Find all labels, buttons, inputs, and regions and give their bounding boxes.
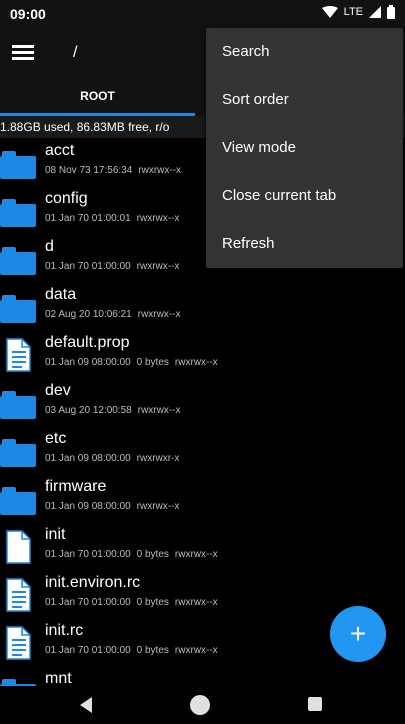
list-item[interactable]: data 02 Aug 20 10:06:21 rwxrwx--x: [0, 282, 405, 330]
file-meta: 02 Aug 20 10:06:21 rwxrwx--x: [45, 309, 187, 320]
file-permissions: rwxrwx--x: [136, 261, 180, 272]
file-permissions: rwxrwx--x: [174, 645, 218, 656]
list-item[interactable]: dev 03 Aug 20 12:00:58 rwxrwx--x: [0, 378, 405, 426]
file-date: 01 Jan 70 01:00:00: [45, 645, 131, 656]
back-icon[interactable]: [78, 697, 94, 713]
file-permissions: rwxrwx--x: [136, 213, 180, 224]
file-icon: [0, 529, 36, 565]
battery-icon: [387, 5, 395, 19]
file-name: etc: [45, 430, 67, 447]
file-date: 01 Jan 09 08:00:00: [45, 357, 131, 368]
folder-icon: [0, 241, 36, 277]
file-meta: 01 Jan 09 08:00:00 0 bytes rwxrwx--x: [45, 357, 224, 368]
file-date: 01 Jan 70 01:00:01: [45, 213, 131, 224]
hamburger-menu-icon[interactable]: [12, 42, 34, 64]
file-date: 01 Jan 70 01:00:00: [45, 261, 131, 272]
file-date: 01 Jan 70 01:00:00: [45, 549, 131, 560]
folder-icon: [0, 481, 36, 517]
recent-apps-icon[interactable]: [308, 697, 322, 711]
file-date: 03 Aug 20 12:00:58: [45, 405, 132, 416]
file-permissions: rwxrwx--x: [174, 357, 218, 368]
file-name: init: [45, 526, 66, 543]
current-path: /: [73, 44, 78, 61]
file-permissions: rwxrwx--x: [137, 405, 181, 416]
file-permissions: rwxrwx--x: [137, 309, 181, 320]
file-meta: 01 Jan 09 08:00:00 rwxrwx--x: [45, 501, 185, 512]
file-date: 01 Jan 09 08:00:00: [45, 501, 131, 512]
add-button[interactable]: +: [330, 606, 386, 662]
file-meta: 01 Jan 09 08:00:00 rwxrwxr-x: [45, 453, 185, 464]
plus-icon: +: [349, 618, 367, 649]
file-permissions: rwxrwx--x: [174, 597, 218, 608]
file-date: 08 Nov 73 17:56:34: [45, 165, 133, 176]
file-name: config: [45, 190, 88, 207]
home-icon[interactable]: [190, 695, 210, 715]
file-meta: 01 Jan 70 01:00:00 0 bytes rwxrwx--x: [45, 549, 224, 560]
list-item[interactable]: etc 01 Jan 09 08:00:00 rwxrwxr-x: [0, 426, 405, 474]
file-size: 0 bytes: [136, 549, 169, 560]
file-name: init.environ.rc: [45, 574, 141, 591]
text-file-icon: [0, 625, 36, 661]
file-name: init.rc: [45, 622, 84, 639]
file-date: 01 Jan 70 01:00:00: [45, 597, 131, 608]
list-item[interactable]: firmware 01 Jan 09 08:00:00 rwxrwx--x: [0, 474, 405, 522]
file-permissions: rwxrwx--x: [174, 549, 218, 560]
file-meta: 01 Jan 70 01:00:00 rwxrwx--x: [45, 261, 185, 272]
status-time: 09:00: [10, 6, 46, 22]
text-file-icon: [0, 577, 36, 613]
file-permissions: rwxrwxr-x: [136, 453, 180, 464]
menu-item-search[interactable]: Search: [206, 28, 403, 76]
file-permissions: rwxrwx--x: [138, 165, 182, 176]
menu-item-view-mode[interactable]: View mode: [206, 124, 403, 172]
file-meta: 03 Aug 20 12:00:58 rwxrwx--x: [45, 405, 187, 416]
file-meta: 01 Jan 70 01:00:01 rwxrwx--x: [45, 213, 185, 224]
overflow-menu: Search Sort order View mode Close curren…: [206, 28, 403, 268]
file-meta: 01 Jan 70 01:00:00 0 bytes rwxrwx--x: [45, 645, 224, 656]
folder-icon: [0, 289, 36, 325]
status-bar: 09:00 LTE: [0, 0, 405, 28]
list-item[interactable]: init 01 Jan 70 01:00:00 0 bytes rwxrwx--x: [0, 522, 405, 570]
file-size: 0 bytes: [136, 597, 169, 608]
menu-item-close-tab[interactable]: Close current tab: [206, 172, 403, 220]
system-nav-bar: [0, 686, 405, 724]
file-name: default.prop: [45, 334, 130, 351]
tab-root[interactable]: ROOT: [0, 80, 195, 116]
file-name: data: [45, 286, 77, 303]
file-size: 0 bytes: [136, 357, 169, 368]
signal-icon: [369, 6, 381, 18]
file-size: 0 bytes: [136, 645, 169, 656]
folder-icon: [0, 193, 36, 229]
folder-icon: [0, 385, 36, 421]
file-name: d: [45, 238, 54, 255]
list-item[interactable]: default.prop 01 Jan 09 08:00:00 0 bytes rwx…: [0, 330, 405, 378]
wifi-icon: [321, 6, 338, 18]
file-name: dev: [45, 382, 71, 399]
file-meta: 08 Nov 73 17:56:34 rwxrwx--x: [45, 165, 187, 176]
network-type: LTE: [343, 6, 363, 18]
menu-item-refresh[interactable]: Refresh: [206, 220, 403, 268]
file-meta: 01 Jan 70 01:00:00 0 bytes rwxrwx--x: [45, 597, 224, 608]
file-permissions: rwxrwx--x: [136, 501, 180, 512]
folder-icon: [0, 433, 36, 469]
text-file-icon: [0, 337, 36, 373]
file-name: firmware: [45, 478, 107, 495]
file-date: 01 Jan 09 08:00:00: [45, 453, 131, 464]
menu-item-sort-order[interactable]: Sort order: [206, 76, 403, 124]
file-date: 02 Aug 20 10:06:21: [45, 309, 132, 320]
folder-icon: [0, 145, 36, 181]
file-name: acct: [45, 142, 75, 159]
status-icons: LTE: [321, 5, 395, 19]
